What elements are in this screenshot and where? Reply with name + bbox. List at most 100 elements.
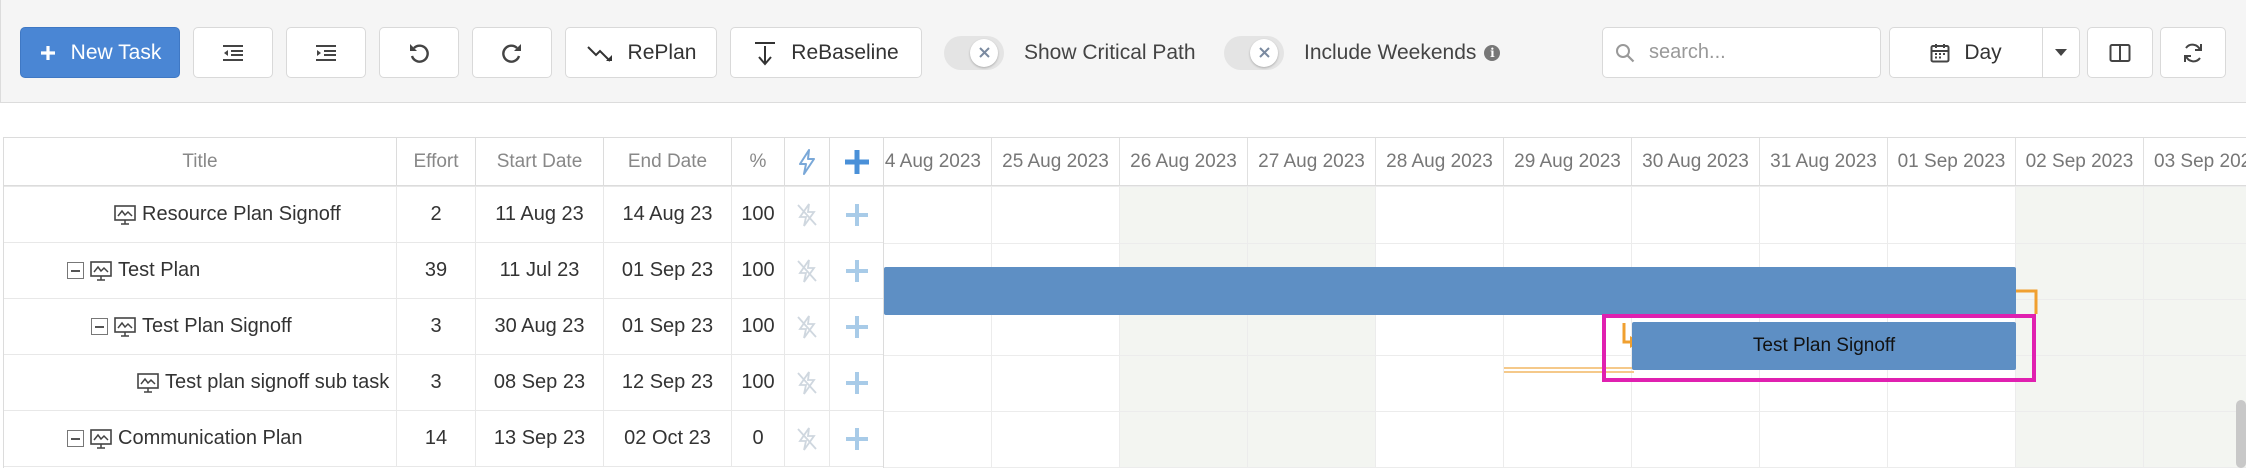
plus-icon xyxy=(846,371,868,394)
date-header: 02 Sep 2023 xyxy=(2016,138,2144,185)
plus-icon xyxy=(846,315,868,338)
gantt-timeline: 4 Aug 2023 25 Aug 2023 26 Aug 2023 27 Au… xyxy=(883,137,2246,468)
rebaseline-button[interactable]: ReBaseline xyxy=(730,27,922,78)
start-date-cell: 11 Jul 23 xyxy=(476,243,604,298)
critical-path-toggle-group: Show Critical Path xyxy=(944,27,1196,78)
redo-button[interactable] xyxy=(472,27,552,78)
critical-cell[interactable] xyxy=(785,187,830,242)
critical-cell[interactable] xyxy=(785,355,830,410)
task-grid: Title Effort Start Date End Date % Resou… xyxy=(3,137,883,468)
percent-cell: 100 xyxy=(732,299,785,354)
dependency-links xyxy=(1504,289,2038,373)
add-subtask-button[interactable] xyxy=(830,355,883,410)
critical-cell[interactable] xyxy=(785,411,830,466)
title-cell: Test Plan Signoff xyxy=(91,299,397,354)
rebaseline-icon xyxy=(755,41,776,66)
plus-icon xyxy=(40,45,55,60)
table-row[interactable]: Test plan signoff sub task 3 08 Sep 23 1… xyxy=(4,355,883,411)
view-select[interactable]: Day xyxy=(1889,27,2043,78)
task-title: Test Plan Signoff xyxy=(142,315,292,337)
start-date-cell: 11 Aug 23 xyxy=(476,187,604,242)
include-weekends-toggle[interactable] xyxy=(1224,35,1284,70)
redo-icon xyxy=(502,43,521,63)
critical-cell[interactable] xyxy=(785,243,830,298)
end-date-cell: 01 Sep 23 xyxy=(604,243,732,298)
date-header: 31 Aug 2023 xyxy=(1760,138,1888,185)
replan-icon xyxy=(586,45,612,62)
view-dropdown-button[interactable] xyxy=(2042,27,2080,78)
lightning-off-icon xyxy=(797,258,817,283)
date-header: 25 Aug 2023 xyxy=(992,138,1120,185)
toggle-knob xyxy=(970,38,998,67)
start-date-cell: 08 Sep 23 xyxy=(476,355,604,410)
plus-icon xyxy=(846,427,868,450)
refresh-button[interactable] xyxy=(2160,27,2226,78)
undo-button[interactable] xyxy=(379,27,459,78)
add-subtask-button[interactable] xyxy=(830,299,883,354)
title-cell: Resource Plan Signoff xyxy=(114,187,397,242)
percent-cell: 0 xyxy=(732,411,785,466)
table-row[interactable]: Resource Plan Signoff 2 11 Aug 23 14 Aug… xyxy=(4,187,883,243)
effort-cell: 3 xyxy=(397,299,476,354)
lightning-off-icon xyxy=(797,426,817,451)
collapse-icon[interactable] xyxy=(67,262,84,279)
new-task-button[interactable]: New Task xyxy=(20,27,180,78)
start-date-cell: 13 Sep 23 xyxy=(476,411,604,466)
view-select-value: Day xyxy=(1964,40,2002,64)
collapse-icon[interactable] xyxy=(91,318,108,335)
indent-button[interactable] xyxy=(286,27,366,78)
effort-cell: 14 xyxy=(397,411,476,466)
task-monitor-icon xyxy=(114,316,136,337)
plus-icon xyxy=(846,259,868,282)
lightning-off-icon xyxy=(797,314,817,339)
percent-cell: 100 xyxy=(732,187,785,242)
critical-cell[interactable] xyxy=(785,299,830,354)
start-date-cell: 30 Aug 23 xyxy=(476,299,604,354)
table-row[interactable]: Test Plan 39 11 Jul 23 01 Sep 23 100 xyxy=(4,243,883,299)
split-view-button[interactable] xyxy=(2087,27,2153,78)
date-header: 4 Aug 2023 xyxy=(884,138,992,185)
percent-cell: 100 xyxy=(732,355,785,410)
close-icon xyxy=(1258,47,1270,58)
outdent-button[interactable] xyxy=(193,27,273,78)
search-input[interactable] xyxy=(1649,41,1869,64)
date-header: 30 Aug 2023 xyxy=(1632,138,1760,185)
weekends-toggle-group: Include Weekends i xyxy=(1224,27,1501,78)
table-row[interactable] xyxy=(4,146,883,187)
toggle-knob xyxy=(1250,38,1278,67)
title-cell: Communication Plan xyxy=(67,411,397,466)
collapse-icon[interactable] xyxy=(67,430,84,447)
critical-path-toggle[interactable] xyxy=(944,35,1004,70)
dependency-link xyxy=(2016,289,2038,314)
add-subtask-button[interactable] xyxy=(830,187,883,242)
caret-down-icon xyxy=(2055,48,2067,56)
close-icon xyxy=(978,47,990,58)
scrollbar-thumb[interactable] xyxy=(2236,400,2246,468)
percent-cell: 100 xyxy=(732,243,785,298)
vertical-scrollbar[interactable] xyxy=(2236,140,2246,468)
table-row[interactable]: Communication Plan 14 13 Sep 23 02 Oct 2… xyxy=(4,411,883,467)
rebaseline-label: ReBaseline xyxy=(791,40,899,64)
timeline-header: 4 Aug 2023 25 Aug 2023 26 Aug 2023 27 Au… xyxy=(884,138,2246,186)
date-header: 28 Aug 2023 xyxy=(1376,138,1504,185)
task-title: Communication Plan xyxy=(118,427,303,449)
indent-icon xyxy=(316,44,336,61)
refresh-icon xyxy=(2184,43,2202,62)
columns-icon xyxy=(2109,43,2131,62)
add-subtask-button[interactable] xyxy=(830,411,883,466)
table-row[interactable]: Test Plan Signoff 3 30 Aug 23 01 Sep 23 … xyxy=(4,299,883,355)
undo-icon xyxy=(410,43,429,63)
add-subtask-button[interactable] xyxy=(830,243,883,298)
date-header: 03 Sep 2023 xyxy=(2144,138,2246,185)
end-date-cell: 02 Oct 23 xyxy=(604,411,732,466)
outdent-icon xyxy=(223,44,243,61)
replan-button[interactable]: RePlan xyxy=(565,27,717,78)
date-header: 01 Sep 2023 xyxy=(1888,138,2016,185)
new-task-label: New Task xyxy=(70,40,162,64)
effort-cell: 39 xyxy=(397,243,476,298)
date-header: 26 Aug 2023 xyxy=(1120,138,1248,185)
calendar-icon xyxy=(1930,43,1950,62)
task-monitor-icon xyxy=(90,260,112,281)
info-icon[interactable]: i xyxy=(1484,44,1501,61)
timeline-body: Test Plan Signoff xyxy=(884,186,2246,468)
